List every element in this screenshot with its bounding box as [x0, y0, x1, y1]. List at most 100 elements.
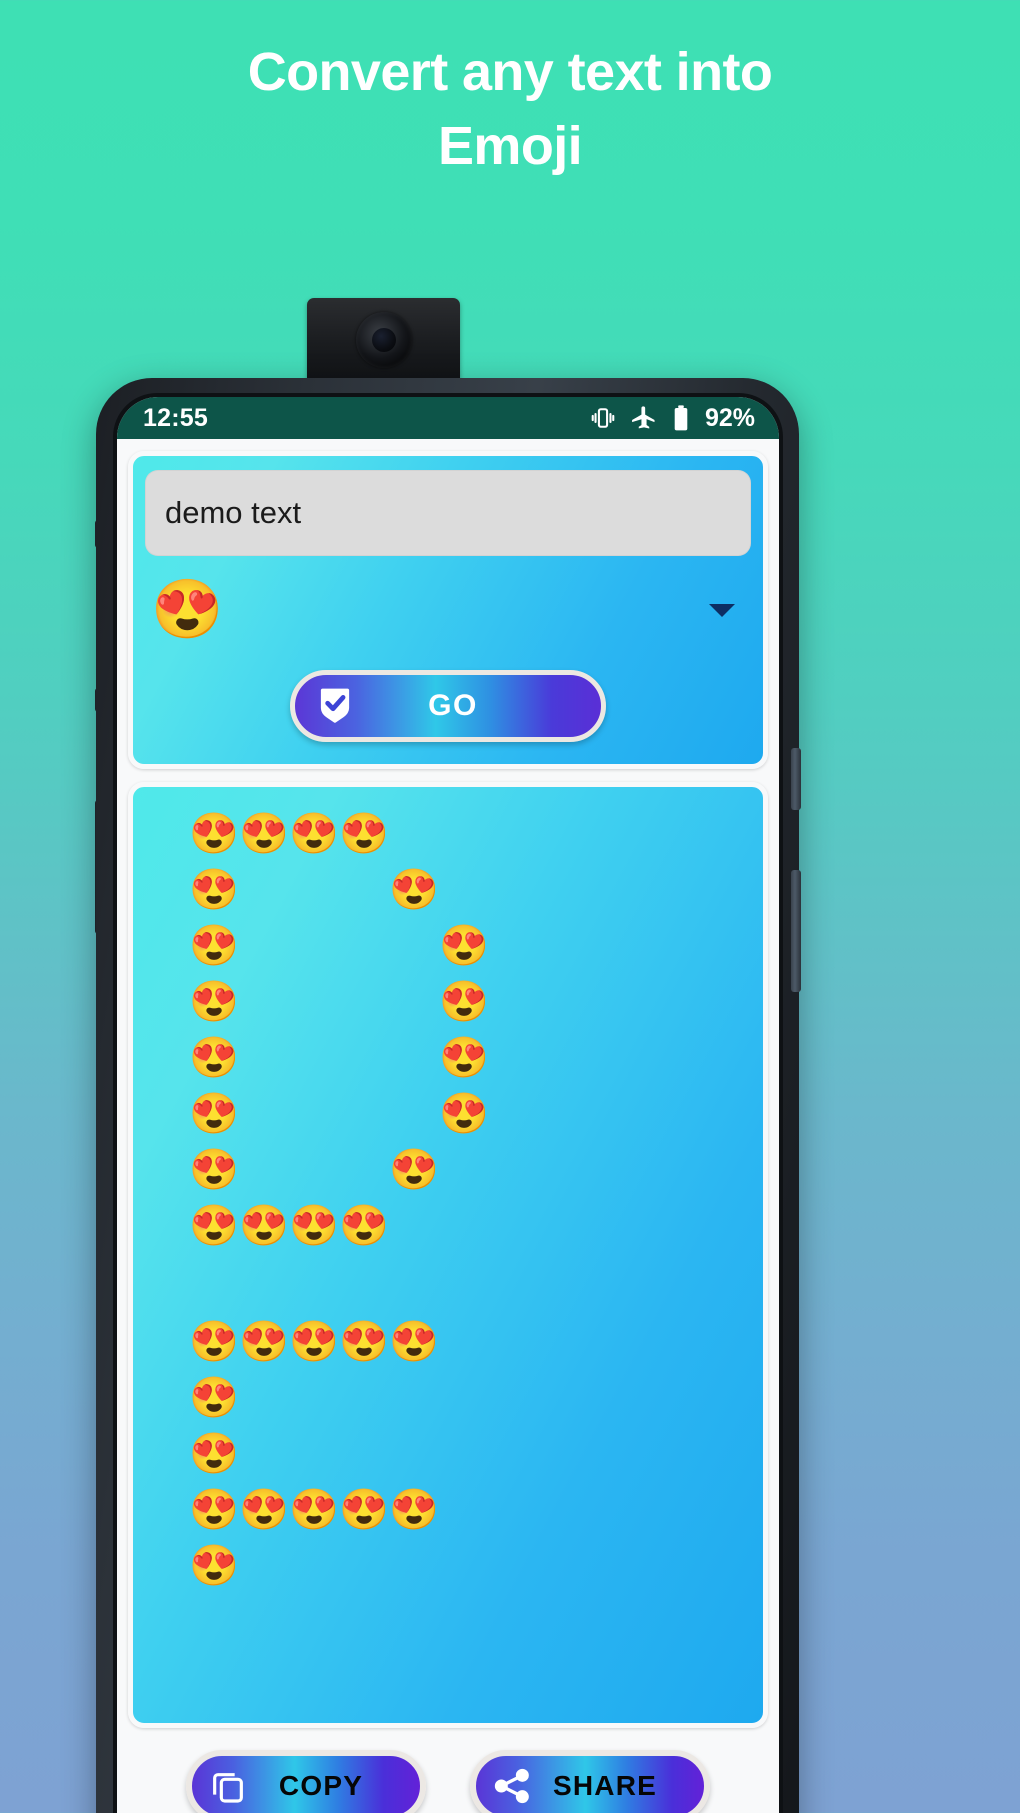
- emoji-art-cell-filled: 😍: [189, 924, 239, 968]
- emoji-art-cell-empty: [539, 809, 589, 859]
- emoji-art-row: 😍 😍: [189, 1033, 763, 1083]
- emoji-art-cell-empty: [339, 1089, 389, 1139]
- emoji-art-cell-empty: [439, 865, 489, 915]
- emoji-art-cell-empty: [589, 977, 639, 1027]
- emoji-art-cell-empty: [639, 1145, 689, 1195]
- emoji-art-cell-filled: 😍: [189, 1376, 239, 1420]
- volume-button[interactable]: [791, 870, 801, 992]
- emoji-art-cell-empty: [489, 1317, 539, 1367]
- emoji-art-cell-empty: [389, 1373, 439, 1423]
- emoji-art-row: 😍: [189, 1373, 763, 1423]
- emoji-art-row: 😍 😍: [189, 921, 763, 971]
- emoji-art-cell-filled: 😍: [189, 1320, 239, 1364]
- headline-line-2: Emoji: [437, 115, 583, 176]
- emoji-art-cell-filled: 😍: [189, 1432, 239, 1476]
- copy-button[interactable]: COPY: [186, 1750, 426, 1813]
- emoji-art-cell-empty: [439, 1317, 489, 1367]
- emoji-art-cell-empty: [639, 1485, 689, 1535]
- emoji-art-cell-empty: [239, 1373, 289, 1423]
- emoji-art-cell-empty: [389, 1089, 439, 1139]
- emoji-art-cell-empty: [239, 1429, 289, 1479]
- power-button[interactable]: [791, 748, 801, 810]
- airplane-mode-icon: [630, 404, 658, 432]
- emoji-art-cell-empty: [239, 1145, 289, 1195]
- emoji-art-cell-empty: [489, 1429, 539, 1479]
- emoji-art-cell-filled: 😍: [189, 868, 239, 912]
- emoji-art-cell-empty: [289, 1089, 339, 1139]
- emoji-art-cell-empty: [289, 1541, 339, 1591]
- emoji-art-cell-empty: [389, 977, 439, 1027]
- emoji-art-cell-empty: [489, 1145, 539, 1195]
- emoji-art-cell-filled: 😍: [189, 1092, 239, 1136]
- emoji-art-cell-empty: [239, 921, 289, 971]
- emoji-art-cell-empty: [639, 1429, 689, 1479]
- emoji-art-cell-empty: [639, 1089, 689, 1139]
- share-button-label: SHARE: [552, 1770, 657, 1801]
- emoji-art-row: 😍 😍 😍 😍: [189, 809, 763, 859]
- share-button[interactable]: SHARE: [470, 1750, 710, 1813]
- emoji-art-cell-empty: [339, 1033, 389, 1083]
- chevron-down-icon[interactable]: [709, 603, 735, 617]
- emoji-art-cell-filled: 😍: [439, 980, 489, 1024]
- emoji-art-cell-empty: [389, 1429, 439, 1479]
- emoji-art-cell-filled: 😍: [239, 1488, 289, 1532]
- emoji-art-cell-empty: [439, 1541, 489, 1591]
- emoji-art-cell-empty: [639, 921, 689, 971]
- lens-glint: [379, 329, 389, 337]
- selected-emoji-icon[interactable]: 😍: [151, 581, 223, 639]
- emoji-art-cell-empty: [439, 1485, 489, 1535]
- emoji-art-cell-empty: [489, 1089, 539, 1139]
- emoji-art-cell-empty: [339, 921, 389, 971]
- emoji-art-cell-empty: [589, 1145, 639, 1195]
- headline-line-1: Convert any text into: [247, 42, 773, 102]
- emoji-art-cell-empty: [589, 1201, 639, 1251]
- emoji-art-cell-filled: 😍: [389, 1488, 439, 1532]
- emoji-art-cell-empty: [489, 977, 539, 1027]
- emoji-art-cell-empty: [389, 1201, 439, 1251]
- emoji-art-cell-filled: 😍: [189, 980, 239, 1024]
- emoji-selector-row[interactable]: 😍: [145, 562, 751, 658]
- emoji-art-cell-empty: [539, 1485, 589, 1535]
- emoji-art-cell-empty: [639, 1033, 689, 1083]
- emoji-art-cell-empty: [439, 1373, 489, 1423]
- emoji-art-cell-empty: [539, 1033, 589, 1083]
- emoji-art-cell-empty: [589, 1541, 639, 1591]
- emoji-art-cell-empty: [289, 1429, 339, 1479]
- emoji-art-row: 😍 😍: [189, 977, 763, 1027]
- vibrate-icon: [589, 404, 617, 432]
- status-bar: 12:55 92%: [117, 397, 779, 439]
- emoji-art-cell-empty: [239, 865, 289, 915]
- status-bar-time: 12:55: [143, 403, 208, 432]
- emoji-art-cell-empty: [239, 1089, 289, 1139]
- emoji-art-cell-empty: [489, 865, 539, 915]
- emoji-art-cell-empty: [539, 1373, 589, 1423]
- battery-icon: [671, 404, 691, 432]
- shield-check-icon: [313, 682, 357, 731]
- emoji-art-cell-empty: [489, 921, 539, 971]
- emoji-art-row: 😍 😍 😍 😍: [189, 1201, 763, 1251]
- emoji-art-cell-filled: 😍: [289, 1488, 339, 1532]
- emoji-art-cell-empty: [539, 977, 589, 1027]
- emoji-art-cell-empty: [639, 1201, 689, 1251]
- emoji-art-cell-empty: [589, 1429, 639, 1479]
- emoji-art-cell-filled: 😍: [439, 1092, 489, 1136]
- emoji-art-cell-empty: [339, 1145, 389, 1195]
- emoji-art: 😍 😍 😍 😍 😍 😍 😍 😍 😍 😍 😍 😍 😍 😍 😍 😍 😍 😍 😍 😍 😍 😍 😍 😍 😍 😍 😍 😍 😍 😍 😍 😍 😍: [133, 809, 763, 1591]
- battery-percentage: 92%: [704, 403, 755, 432]
- text-input-field[interactable]: demo text: [145, 470, 751, 556]
- emoji-art-cell-empty: [289, 1033, 339, 1083]
- app-content: demo text 😍 GO 😍 😍 😍 😍 😍 😍 😍 😍 😍 😍 😍 😍 😍…: [117, 439, 779, 1813]
- emoji-art-cell-filled: 😍: [239, 1320, 289, 1364]
- emoji-art-row: 😍 😍 😍 😍 😍: [189, 1317, 763, 1367]
- emoji-art-cell-empty: [589, 809, 639, 859]
- emoji-art-row: 😍: [189, 1541, 763, 1591]
- emoji-art-cell-empty: [639, 865, 689, 915]
- emoji-art-cell-empty: [589, 1089, 639, 1139]
- emoji-art-cell-empty: [539, 1201, 589, 1251]
- go-button[interactable]: GO: [290, 670, 606, 742]
- emoji-art-output-card[interactable]: 😍 😍 😍 😍 😍 😍 😍 😍 😍 😍 😍 😍 😍 😍 😍 😍 😍 😍 😍 😍 😍 😍 😍 😍 😍 😍 😍 😍 😍 😍 😍 😍 😍: [128, 782, 768, 1728]
- status-bar-icons: 92%: [589, 404, 755, 433]
- emoji-art-cell-filled: 😍: [189, 1488, 239, 1532]
- emoji-art-cell-filled: 😍: [339, 1320, 389, 1364]
- emoji-art-cell-filled: 😍: [339, 1488, 389, 1532]
